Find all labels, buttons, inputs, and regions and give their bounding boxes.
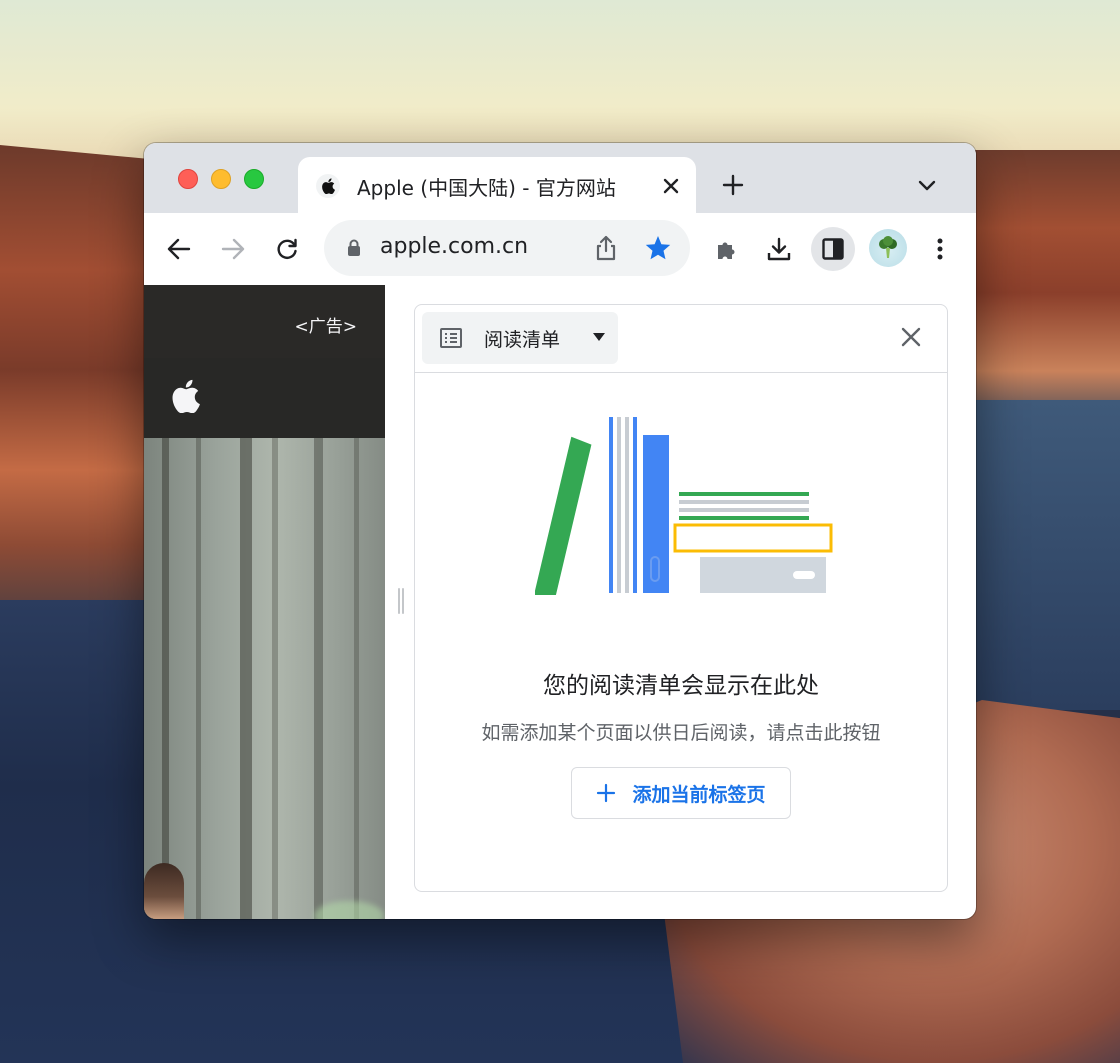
reload-icon: [277, 238, 297, 259]
add-current-tab-label: 添加当前标签页: [632, 783, 766, 806]
side-panel-button[interactable]: [811, 227, 855, 271]
puzzle-icon: [718, 242, 735, 259]
hero-image: [144, 438, 385, 919]
empty-state-title: 您的阅读清单会显示在此处: [543, 673, 819, 699]
tab-search-button[interactable]: [914, 173, 940, 199]
apple-logo-icon[interactable]: [170, 379, 200, 413]
side-panel: 阅读清单 您的阅读清单会显示在此处 如需添加某个页面以供日后阅读，请点击此按钮: [414, 304, 948, 892]
downloads-button[interactable]: [761, 231, 797, 267]
empty-state-illustration: [535, 417, 833, 595]
promo-label[interactable]: <广告>: [295, 312, 358, 337]
wallpaper-water-right: [970, 400, 1120, 710]
add-current-tab-button[interactable]: 添加当前标签页: [571, 767, 791, 819]
arrow-right-icon: [221, 238, 245, 260]
side-panel-icon: [822, 238, 844, 260]
back-button[interactable]: [161, 231, 197, 267]
side-panel-close-icon[interactable]: [899, 325, 923, 349]
toolbar: apple.com.cn: [144, 213, 976, 285]
caret-down-icon: [593, 333, 605, 341]
web-page: <广告>: [144, 285, 385, 919]
more-vert-icon: [937, 238, 943, 260]
share-icon[interactable]: [592, 234, 620, 262]
global-nav: [144, 358, 385, 438]
side-panel-selector-label: 阅读清单: [484, 329, 561, 351]
side-panel-header: 阅读清单: [415, 305, 947, 373]
forward-button[interactable]: [215, 231, 251, 267]
window-minimize-button[interactable]: [211, 169, 231, 189]
window-fullscreen-button[interactable]: [244, 169, 264, 189]
reading-list-icon: [440, 328, 462, 348]
apple-icon: [316, 174, 340, 198]
new-tab-button[interactable]: [719, 171, 747, 199]
tab-strip: Apple (中国大陆) - 官方网站: [144, 143, 976, 213]
menu-button[interactable]: [922, 231, 958, 267]
address-bar[interactable]: apple.com.cn: [324, 220, 690, 276]
wallpaper-cliff-right: [970, 150, 1120, 410]
bookmark-star-icon[interactable]: [644, 234, 672, 262]
tab-close-icon[interactable]: [658, 173, 684, 199]
reload-button[interactable]: [269, 231, 305, 267]
hero-glow: [314, 901, 384, 919]
browser-window: Apple (中国大陆) - 官方网站 apple.com.cn <广告> 阅读…: [144, 143, 976, 919]
arrow-left-icon: [167, 238, 191, 260]
hero-person: [144, 863, 184, 919]
lock-icon: [348, 239, 360, 256]
side-panel-resize-handle[interactable]: [396, 588, 406, 614]
empty-state-subtitle: 如需添加某个页面以供日后阅读，请点击此按钮: [481, 722, 881, 744]
broccoli-icon: [879, 236, 897, 258]
download-icon: [767, 237, 791, 261]
extensions-button[interactable]: [709, 231, 745, 267]
plus-icon: [722, 174, 744, 196]
tab-apple[interactable]: Apple (中国大陆) - 官方网站: [298, 157, 696, 213]
wallpaper-cliff-left: [0, 145, 160, 645]
profile-avatar[interactable]: [869, 229, 907, 267]
window-close-button[interactable]: [178, 169, 198, 189]
side-panel-selector[interactable]: 阅读清单: [422, 312, 618, 364]
url-text: apple.com.cn: [380, 234, 529, 259]
chevron-down-icon: [918, 180, 936, 191]
tab-title: Apple (中国大陆) - 官方网站: [357, 176, 616, 200]
plus-icon: [597, 783, 616, 803]
promo-bar[interactable]: <广告>: [144, 285, 385, 358]
